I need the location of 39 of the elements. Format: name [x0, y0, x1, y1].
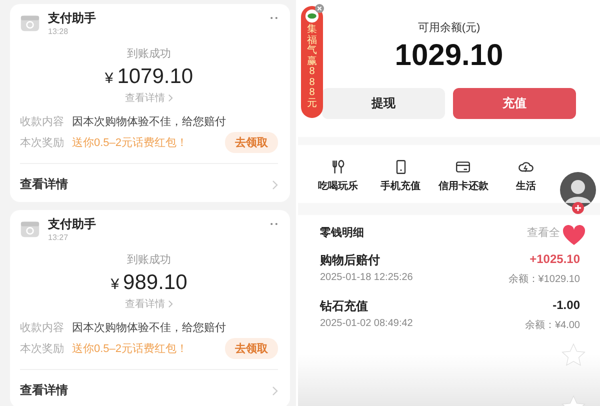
field-value: 因本次购物体验不佳，给您赔付 [72, 114, 227, 129]
shortcut-label[interactable]: 生活 [516, 179, 536, 193]
field-label: 本次奖励 [20, 136, 64, 150]
withdraw-button[interactable]: 提现 [322, 88, 445, 119]
shortcut-label[interactable]: 手机充值 [380, 179, 421, 193]
balance-after: 余额：¥1029.10 [508, 272, 580, 286]
transaction-date: 2025-01-18 12:25:26 [320, 272, 413, 285]
status-text: 到账成功 [126, 47, 172, 61]
transaction-date: 2025-01-02 08:49:42 [320, 318, 413, 331]
balance-label: 可用余额(元) [418, 20, 480, 35]
banner-text: 集福气赢888元 [307, 25, 317, 109]
view-details-link[interactable]: 查看详情 [20, 176, 68, 193]
reward-text: 送你0.5–2元话费红包！ [72, 342, 189, 356]
transaction-amount: -1.00 [552, 298, 580, 314]
top-up-button[interactable]: 充值 [453, 88, 576, 119]
sender-name: 支付助手 [48, 216, 97, 233]
shortcut-label[interactable]: 信用卡还款 [438, 179, 488, 193]
section-title: 零钱明细 [320, 226, 364, 240]
view-details-link[interactable]: 查看详情 [20, 382, 68, 399]
sender-name: 支付助手 [48, 10, 97, 27]
status-text: 到账成功 [126, 253, 172, 267]
field-value: 因本次购物体验不佳，给您赔付 [72, 320, 227, 335]
transaction-name: 钻石充值 [320, 298, 368, 315]
balance-amount: 1029.10 [394, 39, 504, 73]
promo-banner[interactable]: 集福气赢888元 [301, 6, 323, 118]
amount-text: 1079.10 [117, 65, 194, 89]
currency-symbol: ¥ [104, 70, 114, 87]
message-time: 13:28 [48, 27, 70, 36]
amount-text: 989.10 [123, 271, 188, 295]
reward-text: 送你0.5–2元话费红包！ [72, 136, 189, 150]
balance-after: 余额：¥4.00 [524, 318, 580, 332]
field-label: 收款内容 [20, 320, 64, 335]
transaction-amount: +1025.10 [530, 252, 580, 268]
field-label: 收款内容 [20, 114, 64, 129]
shortcut-label[interactable]: 吃喝玩乐 [318, 179, 358, 193]
currency-symbol: ¥ [110, 276, 120, 293]
message-time: 13:27 [48, 233, 70, 242]
transaction-name: 购物后赔付 [320, 252, 380, 269]
field-label: 本次奖励 [20, 342, 64, 356]
